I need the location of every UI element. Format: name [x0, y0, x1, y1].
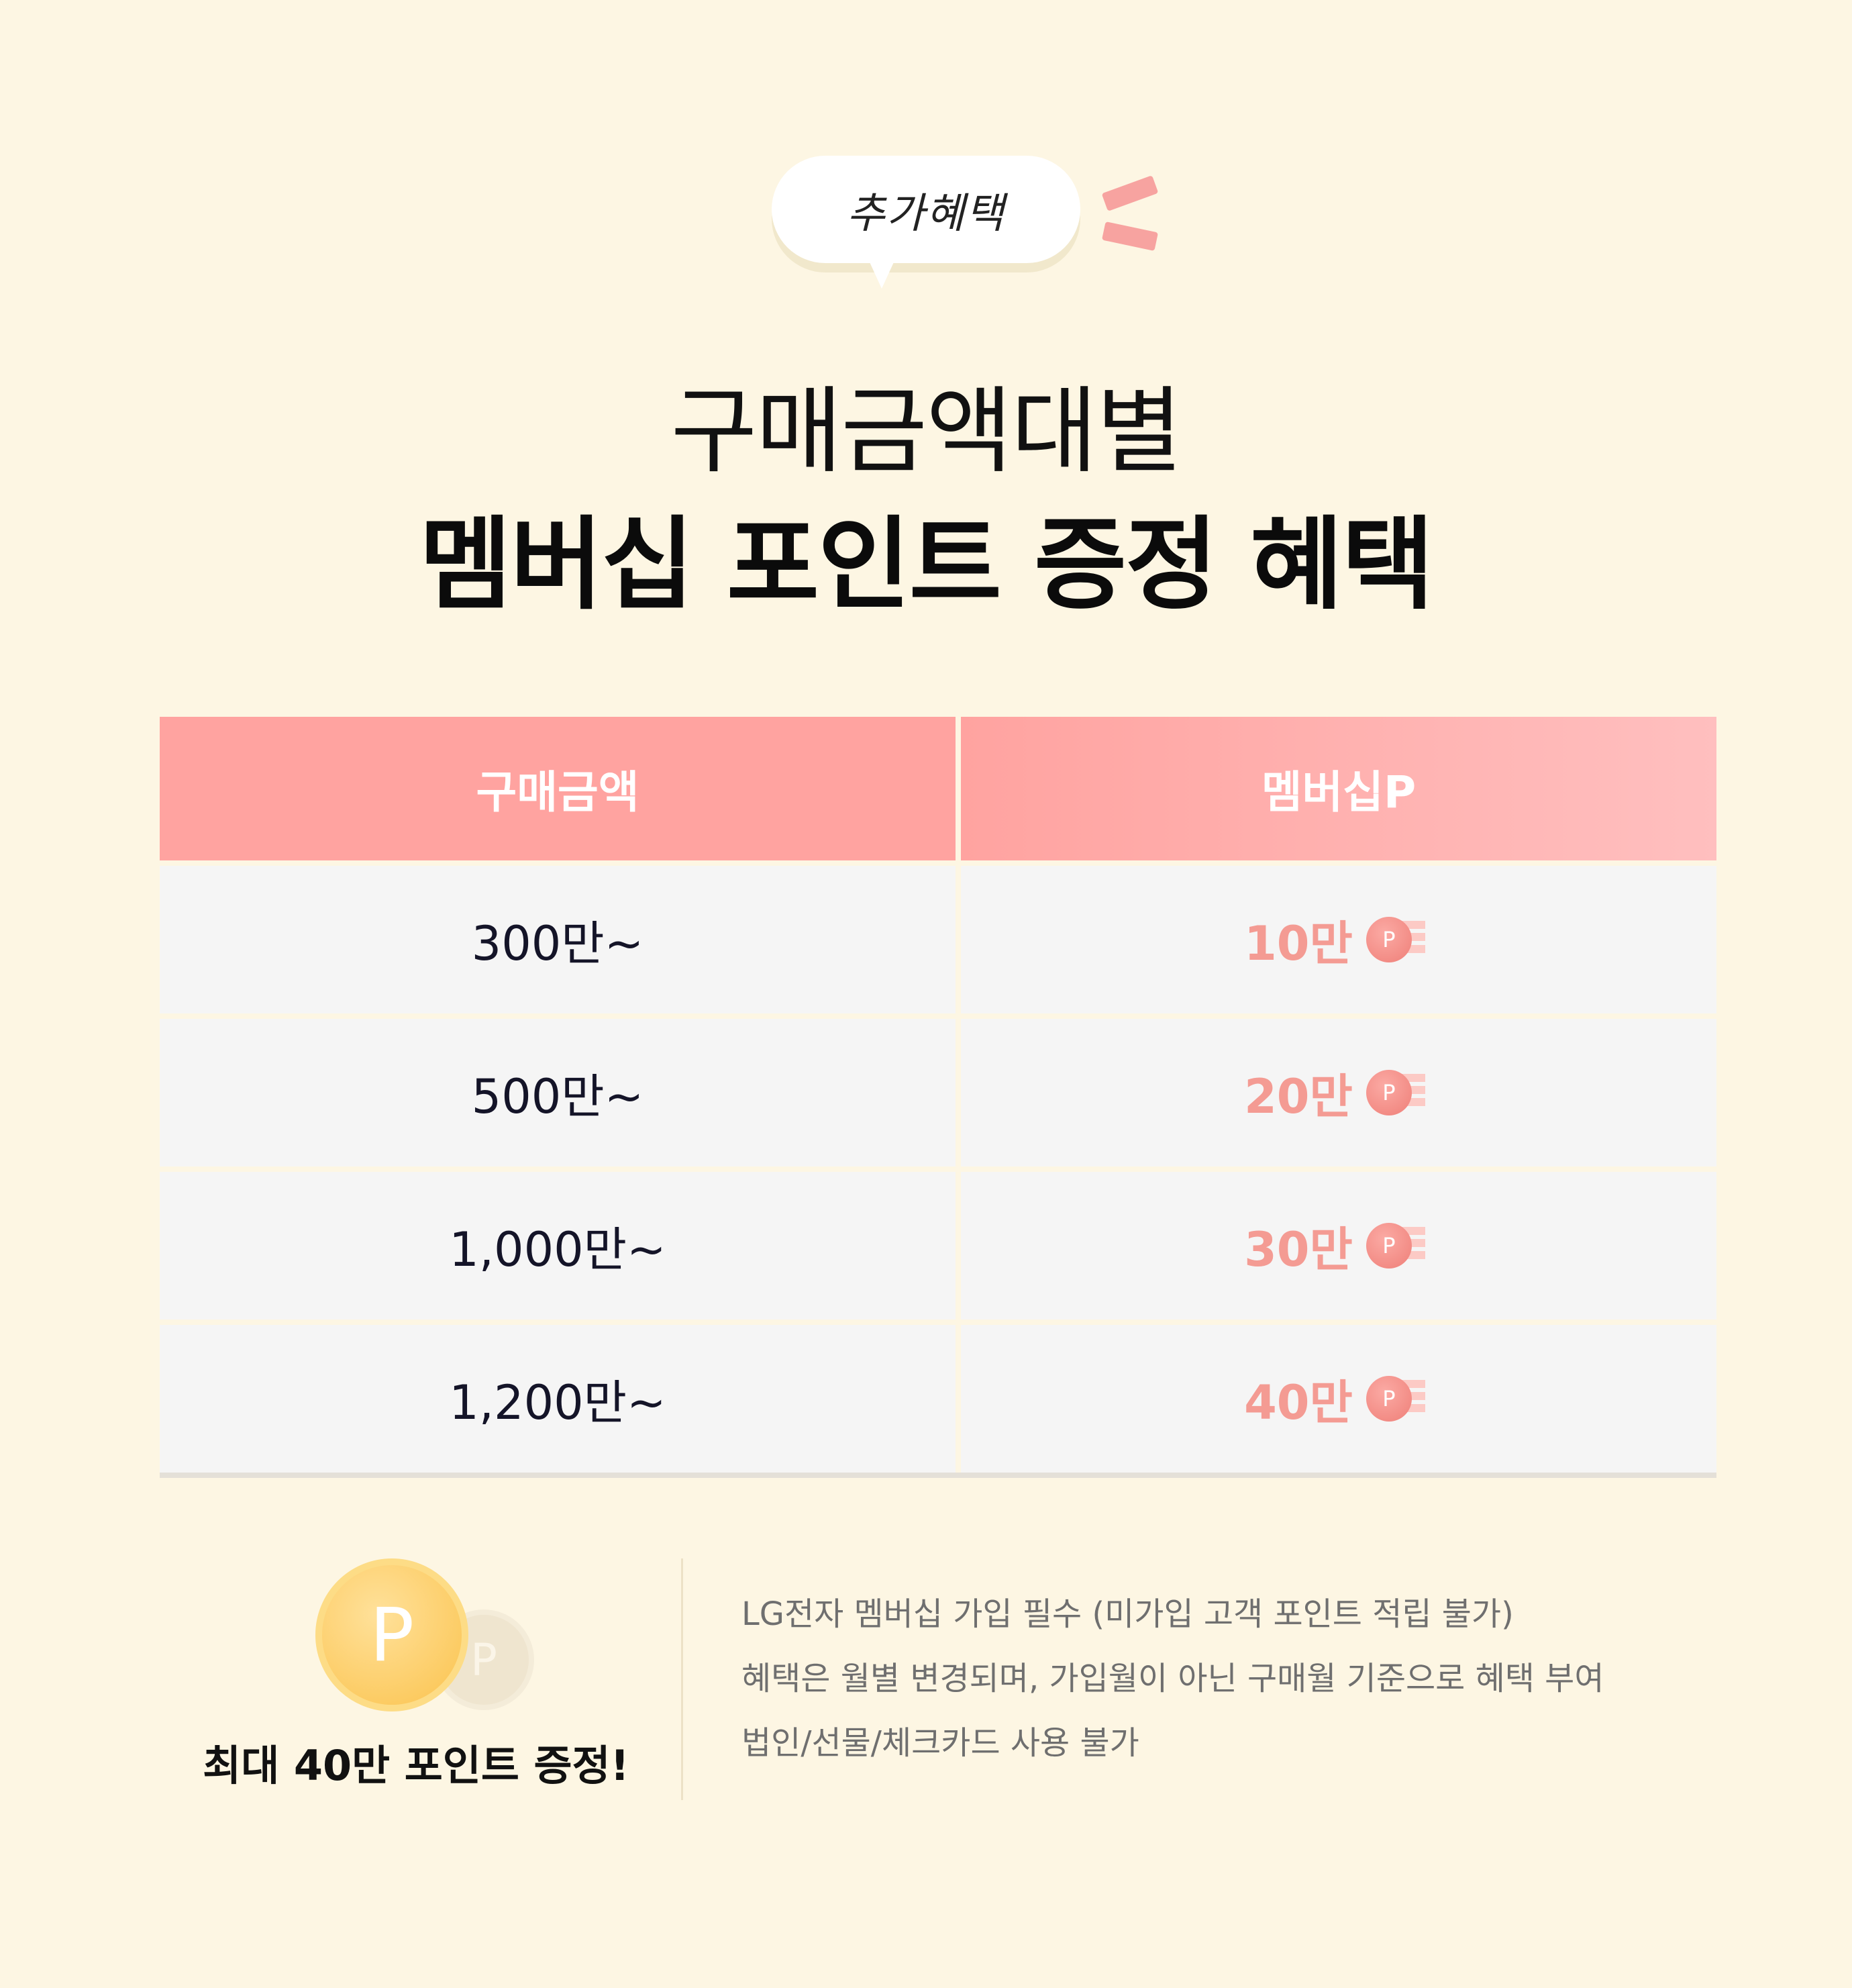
- gold-coin-front: P: [315, 1558, 468, 1711]
- benefit-table: 구매금액 멤버십P 300만~ 10만 P 500만~ 20만 P 1,000만…: [160, 717, 1716, 1478]
- notice-item: 법인/선물/체크카드 사용 불가: [741, 1724, 1139, 1762]
- table-header: 구매금액 멤버십P: [160, 717, 1716, 860]
- accent-line: [1101, 221, 1159, 252]
- headline-line-1: 구매금액대별: [670, 377, 1183, 487]
- points-cell: 40만 P: [961, 1325, 1716, 1473]
- point-coin-icon: P: [1366, 1219, 1433, 1273]
- table-row: 500만~ 20만 P: [160, 1019, 1716, 1166]
- table-row: 1,200만~ 40만 P: [160, 1325, 1716, 1473]
- accent-lines-decoration: [1098, 170, 1165, 258]
- amount-cell: 1,000만~: [160, 1172, 956, 1320]
- point-coin-icon: P: [1366, 1372, 1433, 1426]
- points-value: 30만: [1244, 1222, 1353, 1277]
- amount-cell: 1,200만~: [160, 1325, 956, 1473]
- points-value: 20만: [1244, 1068, 1353, 1124]
- badge-text: 추가혜택: [846, 189, 1006, 238]
- max-points-text: 최대 40만 포인트 증정!: [203, 1741, 629, 1790]
- amount-cell: 300만~: [160, 866, 956, 1013]
- header-purchase-amount: 구매금액: [160, 717, 956, 860]
- table-row: 1,000만~ 30만 P: [160, 1172, 1716, 1320]
- points-cell: 10만 P: [961, 866, 1716, 1013]
- points-cell: 20만 P: [961, 1019, 1716, 1166]
- notice-item: LG전자 멤버십 가입 필수 (미가입 고객 포인트 적립 불가): [741, 1595, 1514, 1633]
- notice-list: LG전자 멤버십 가입 필수 (미가입 고객 포인트 적립 불가) 혜택은 월별…: [741, 1591, 1761, 1784]
- footer-divider: [681, 1558, 683, 1800]
- points-value: 40만: [1244, 1375, 1353, 1430]
- point-coin-icon: P: [1366, 913, 1433, 966]
- table-bottom-border: [160, 1473, 1716, 1478]
- points-value: 10만: [1244, 915, 1353, 971]
- extra-benefit-badge: 추가혜택: [772, 156, 1080, 297]
- headline-line-2: 멤버십 포인트 증정 혜택: [419, 507, 1435, 624]
- point-coin-icon: P: [1366, 1066, 1433, 1120]
- points-cell: 30만 P: [961, 1172, 1716, 1320]
- speech-bubble: 추가혜택: [772, 156, 1080, 263]
- table-row: 300만~ 10만 P: [160, 866, 1716, 1013]
- header-membership-points: 멤버십P: [961, 717, 1716, 860]
- accent-line: [1101, 175, 1159, 211]
- speech-bubble-tail: [867, 256, 896, 289]
- gold-coin-icon: P P: [315, 1558, 544, 1720]
- notice-item: 혜택은 월별 변경되며, 가입월이 아닌 구매월 기준으로 혜택 부여: [741, 1660, 1604, 1697]
- amount-cell: 500만~: [160, 1019, 956, 1166]
